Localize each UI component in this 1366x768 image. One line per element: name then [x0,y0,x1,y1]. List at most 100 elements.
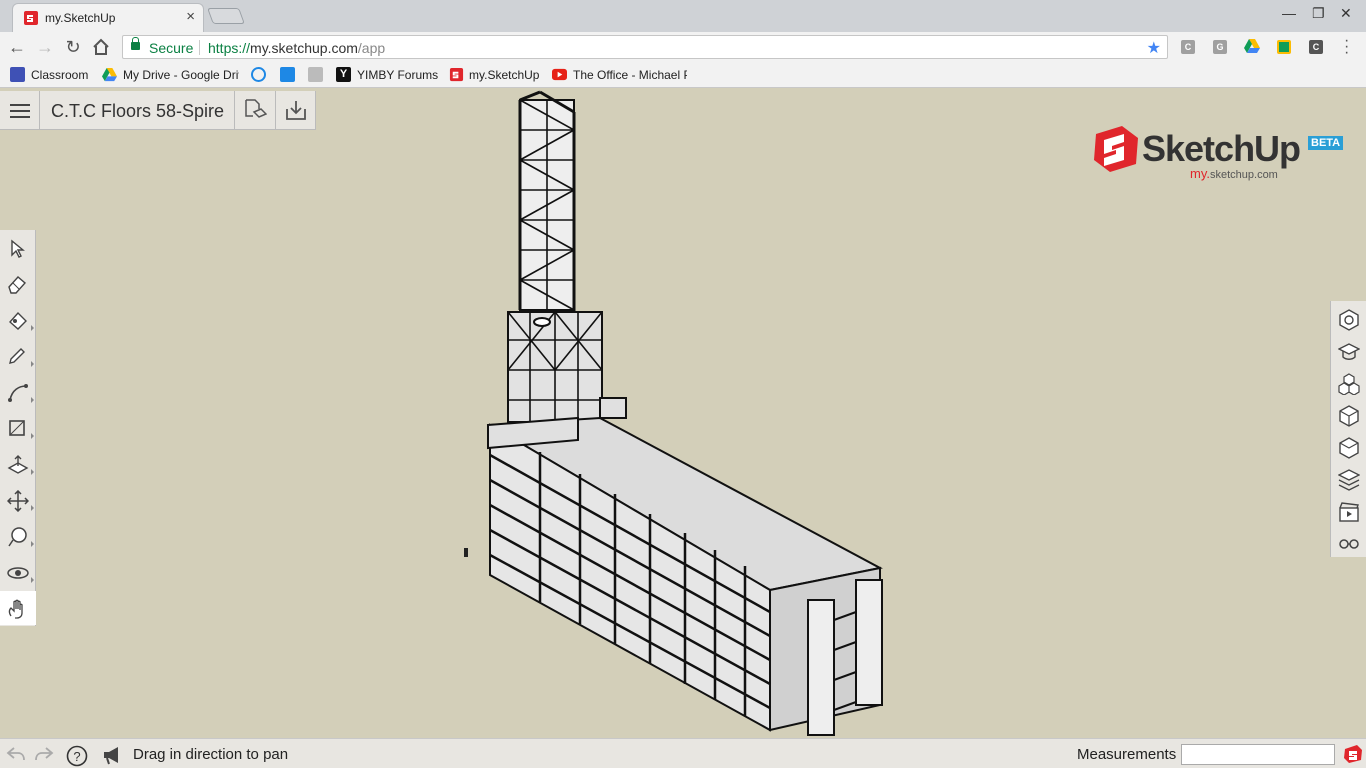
url-path: /app [357,40,386,56]
google-classroom-icon[interactable] [1277,40,1291,54]
select-icon [11,239,25,258]
browser-menu-icon[interactable]: · · · [1344,33,1349,61]
pan-tool[interactable] [0,591,36,625]
model-viewport[interactable] [430,89,910,739]
components-panel-button[interactable] [1331,367,1366,399]
sketchup-logo-icon [1094,126,1138,172]
tape-measure-tool[interactable] [0,519,36,553]
status-hint: Drag in direction to pan [133,746,289,763]
url-text: https://my.sketchup.com/app [208,40,385,56]
home-icon[interactable] [92,38,110,56]
close-window-icon[interactable]: ✕ [1340,5,1352,22]
svg-text:?: ? [73,749,80,764]
model-titlebar: C.T.C Floors 58-Spire [0,91,316,130]
components-icon [1338,373,1360,395]
paint-bucket-tool[interactable] [0,303,36,337]
layers-icon [1338,469,1360,491]
arc-icon [8,384,28,402]
google-drive-icon[interactable] [1244,39,1260,53]
bookmark-the-office[interactable]: The Office - Michael P [573,68,687,82]
bookmark-star-icon[interactable]: ★ [1147,38,1161,58]
forward-icon[interactable]: → [34,36,56,58]
new-tab-button[interactable] [207,8,245,24]
tape-measure-icon [8,527,27,547]
display-panel-button[interactable] [1331,527,1366,559]
sketchup-logo: SketchUp BETA my.sketchup.com [1092,124,1344,184]
share-model-icon [245,99,267,118]
redo-icon[interactable] [34,745,54,763]
extension-g-icon[interactable]: G [1213,40,1227,54]
pencil-tool[interactable] [0,339,36,373]
measurements-label: Measurements [1077,746,1177,763]
arc-tool[interactable] [0,375,36,409]
scenes-icon [1339,502,1359,522]
minimize-icon[interactable]: — [1282,5,1296,21]
sketchup-status-icon[interactable] [1343,744,1363,764]
model-title: C.T.C Floors 58-Spire [51,101,225,121]
logo-sub-rest: sketchup.com [1209,169,1278,181]
logo-wordmark: SketchUp [1142,128,1301,169]
back-icon[interactable]: ← [6,36,28,58]
sketchup-app: C.T.C Floors 58-Spire SketchUp BETA my.s… [0,89,1366,739]
share-button[interactable] [234,91,274,130]
separator [199,40,200,55]
measurements-input[interactable] [1181,744,1335,765]
sketchup-favicon-icon [24,11,38,25]
address-bar[interactable]: Secure https://my.sketchup.com/app ★ [122,35,1168,59]
orbit-tool[interactable] [0,555,36,589]
browser-toolbar: ← → ↻ Secure https://my.sketchup.com/app… [0,32,1366,62]
url-host: my.sketchup.com [250,40,358,56]
scenes-panel-button[interactable] [1331,495,1366,527]
layers-panel-button[interactable] [1331,463,1366,495]
logo-sub-my: my. [1190,166,1210,181]
instructor-panel-button[interactable] [1331,335,1366,367]
status-bar: ? Drag in direction to pan Measurements [0,738,1366,768]
extension-c-icon[interactable]: C [1181,40,1195,54]
eraser-tool[interactable] [0,267,36,301]
rectangle-tool[interactable] [0,411,36,445]
push-pull-icon [7,455,29,474]
materials-icon [1339,405,1359,427]
drive-icon [102,67,117,82]
secure-label: Secure [149,40,194,56]
entity-info-icon [1339,309,1359,331]
entity-info-panel-button[interactable] [1331,303,1366,335]
close-tab-icon[interactable]: × [186,8,195,25]
classroom-icon [10,67,25,82]
bookmark-yimby-forums[interactable]: YIMBY Forums [357,68,438,82]
url-protocol: https:// [208,40,251,56]
paint-bucket-icon [9,311,27,330]
extension-c2-icon[interactable]: C [1309,40,1323,54]
push-pull-tool[interactable] [0,447,36,481]
bookmark-my-sketchup[interactable]: my.SketchUp [469,68,539,82]
hamburger-menu-icon[interactable] [0,91,40,130]
tab-title: my.SketchUp [45,11,116,25]
edge-icon[interactable] [251,67,266,82]
browser-tab[interactable]: my.SketchUp × [12,3,204,32]
bookmark-my-drive[interactable]: My Drive - Google Driv [123,68,239,82]
help-icon[interactable]: ? [66,745,88,767]
announcement-icon[interactable] [102,745,124,765]
materials-panel-button[interactable] [1331,399,1366,431]
bookmark-classroom[interactable]: Classroom [31,68,88,82]
yimby-img-icon[interactable] [308,67,323,82]
move-icon [7,490,29,512]
sketchup-icon [449,67,464,82]
styles-panel-button[interactable] [1331,431,1366,463]
undo-icon[interactable] [6,745,26,763]
left-toolbar [0,230,36,626]
styles-icon [1339,437,1359,459]
download-button[interactable] [275,91,315,130]
move-tool[interactable] [0,483,36,517]
right-panel-toolbar [1330,301,1366,557]
reload-icon[interactable]: ↻ [62,36,84,58]
youtube-icon [552,68,567,81]
select-tool[interactable] [0,232,36,266]
blue-square-icon[interactable] [280,67,295,82]
pencil-icon [9,348,25,364]
beta-badge: BETA [1308,136,1344,150]
restore-icon[interactable]: ❐ [1312,5,1325,22]
instructor-icon [1338,343,1360,360]
orbit-icon [7,567,29,579]
pan-icon [8,599,23,619]
